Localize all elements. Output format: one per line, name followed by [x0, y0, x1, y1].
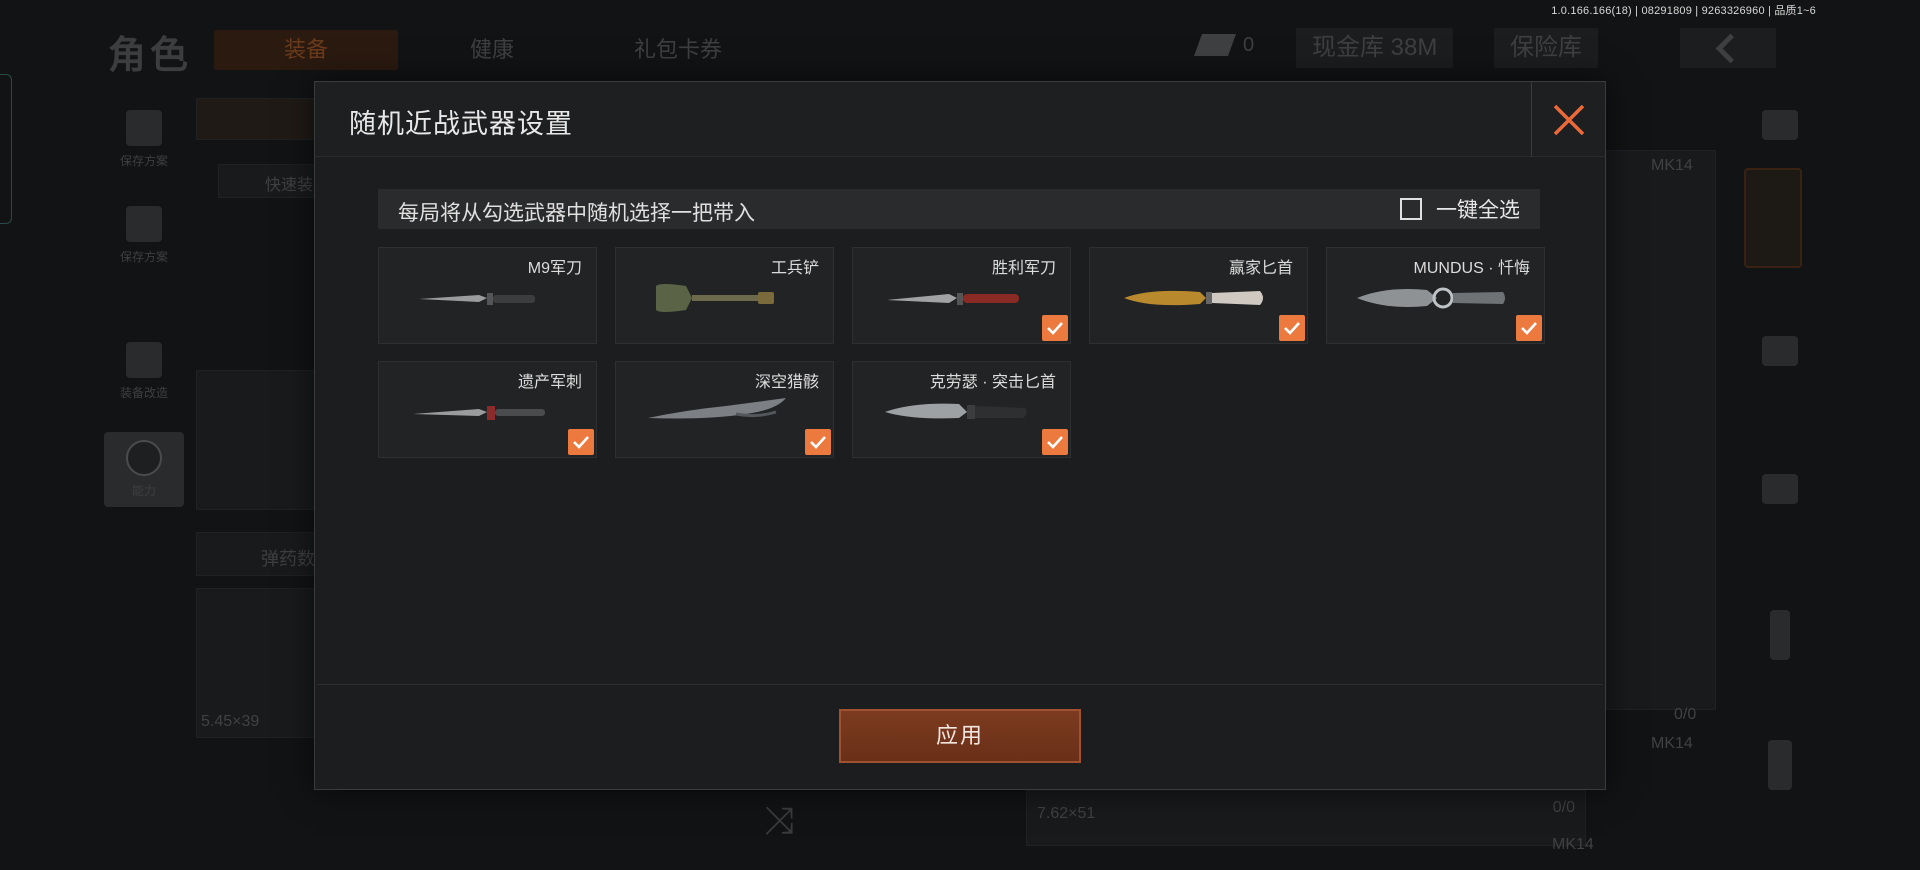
shuffle-icon[interactable]: ⤨	[764, 800, 794, 843]
hint-bar: 每局将从勾选武器中随机选择一把带入 一键全选	[378, 189, 1540, 229]
bg-right-label-3: MK14	[1552, 836, 1594, 853]
close-button[interactable]	[1531, 82, 1605, 157]
magazine-category-icon[interactable]	[1770, 610, 1790, 660]
helmet-category-icon[interactable]	[1744, 168, 1802, 268]
checkmark-icon	[1047, 322, 1063, 335]
download-icon	[126, 206, 162, 242]
close-icon	[1553, 104, 1585, 136]
weapon-card-deep-space-hunter[interactable]: 深空猎骸	[615, 361, 834, 458]
scheme-icon	[126, 110, 162, 146]
weapon-name: 赢家匕首	[1228, 260, 1293, 277]
safe-box-button[interactable]: 保险库	[1494, 28, 1598, 68]
curved-blade-icon	[648, 398, 786, 419]
page-title: 角色	[108, 35, 193, 77]
dialog-header: 随机近战武器设置	[315, 82, 1605, 157]
bg-weapon-header	[196, 98, 316, 140]
bg-helmet-slot[interactable]	[196, 370, 316, 510]
dialog-title: 随机近战武器设置	[349, 109, 573, 139]
weapon-checkbox[interactable]	[805, 429, 831, 455]
weapon-name: 工兵铲	[770, 260, 819, 277]
weapon-card-mundus[interactable]: MUNDUS · 忏悔	[1326, 247, 1545, 344]
weapon-card-legacy-bayonet[interactable]: 遗产军刺	[378, 361, 597, 458]
select-all-checkbox[interactable]	[1400, 198, 1422, 220]
weapon-checkbox[interactable]	[1042, 429, 1068, 455]
left-edge-tab[interactable]	[0, 74, 12, 224]
bg-ammo-header: 弹药数	[196, 532, 316, 576]
weapon-name: 遗产军刺	[517, 374, 582, 391]
shovel-icon	[656, 284, 774, 312]
cash-storage-button[interactable]: 现金库 38M	[1296, 28, 1454, 68]
weapon-name: 克劳瑟 · 突击匕首	[929, 374, 1056, 391]
melee-weapon-dialog: 随机近战武器设置 每局将从勾选武器中随机选择一把带入 一键全选 M9军刀 工兵铲…	[314, 81, 1606, 790]
rifle-category-icon[interactable]	[1762, 474, 1798, 504]
tab-health[interactable]: 健康	[470, 30, 514, 70]
game-screen: 1.0.166.166(18) | 08291809 | 9263326960 …	[0, 0, 1920, 870]
bg-ammo-slot-2[interactable]: 7.62×51 0/0	[1026, 790, 1586, 846]
dagger-icon	[1124, 290, 1263, 306]
checkmark-icon	[1284, 322, 1300, 335]
ammo-stack-icon[interactable]	[1762, 110, 1798, 140]
currency-count: 0	[1243, 34, 1255, 56]
weapon-name: MUNDUS · 忏悔	[1413, 260, 1530, 277]
weapon-name: M9军刀	[527, 260, 582, 277]
side-item-scheme-1[interactable]: 保存方案	[104, 110, 184, 169]
weapon-checkbox[interactable]	[1279, 315, 1305, 341]
checkmark-icon	[573, 436, 589, 449]
bayonet-icon	[413, 406, 545, 420]
weapon-checkbox[interactable]	[1516, 315, 1542, 341]
side-item-gear-mod[interactable]: 装备改造	[104, 342, 184, 401]
back-button[interactable]	[1680, 28, 1776, 68]
helmet-icon	[126, 342, 162, 378]
side-item-scheme-2[interactable]: 保存方案	[104, 206, 184, 265]
version-text: 1.0.166.166(18) | 08291809 | 9263326960 …	[1551, 5, 1816, 17]
knife-icon	[887, 293, 1019, 305]
side-item-ability[interactable]: 能力	[104, 432, 184, 507]
bottle-category-icon[interactable]	[1768, 740, 1792, 790]
bg-quick-equip[interactable]: 快速装	[218, 164, 318, 198]
hint-text: 每局将从勾选武器中随机选择一把带入	[398, 202, 755, 225]
weapon-card-krauser-assault-dagger[interactable]: 克劳瑟 · 突击匕首	[852, 361, 1071, 458]
bayonet-icon	[419, 293, 535, 305]
lightning-icon	[126, 440, 162, 476]
checkmark-icon	[1047, 436, 1063, 449]
checkmark-icon	[810, 436, 826, 449]
armor-category-icon[interactable]	[1762, 336, 1798, 366]
select-all-label: 一键全选	[1436, 199, 1520, 222]
bg-right-list: MK14 MK14	[1606, 150, 1716, 752]
right-category-column	[1744, 70, 1816, 870]
footer-divider	[317, 684, 1603, 685]
weapon-name: 胜利军刀	[991, 260, 1056, 277]
weapon-name: 深空猎骸	[754, 374, 819, 391]
currency-icon	[1193, 34, 1237, 56]
weapon-card-victory-knife[interactable]: 胜利军刀	[852, 247, 1071, 344]
checkmark-icon	[1521, 322, 1537, 335]
weapon-checkbox[interactable]	[568, 429, 594, 455]
weapon-card-m9[interactable]: M9军刀	[378, 247, 597, 344]
ornate-blade-icon	[1357, 287, 1505, 309]
select-all-toggle[interactable]: 一键全选	[1400, 196, 1520, 222]
tab-equipment[interactable]: 装备	[214, 30, 398, 70]
weapon-checkbox[interactable]	[1042, 315, 1068, 341]
bg-ammo-slot[interactable]: 5.45×39	[196, 588, 316, 738]
bg-count-1: 0/0	[1674, 706, 1697, 723]
weapon-card-shovel[interactable]: 工兵铲	[615, 247, 834, 344]
combat-knife-icon	[885, 403, 1027, 419]
weapon-card-winner-dagger[interactable]: 赢家匕首	[1089, 247, 1308, 344]
tab-gift-coupons[interactable]: 礼包卡券	[634, 30, 722, 70]
apply-button[interactable]: 应用	[839, 709, 1081, 763]
